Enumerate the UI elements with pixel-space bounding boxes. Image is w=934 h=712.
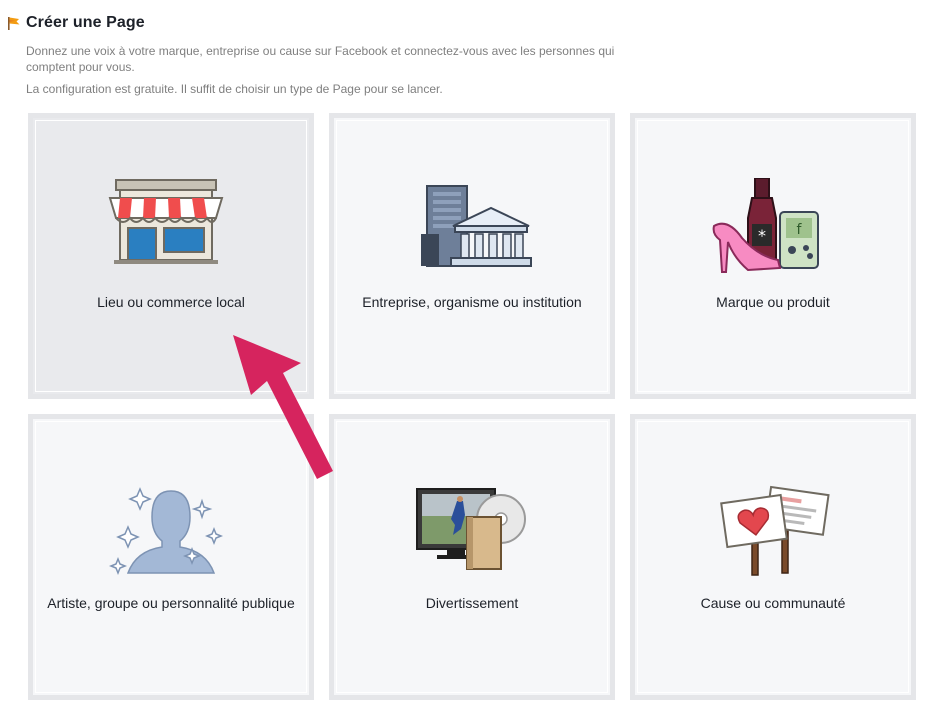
orange-flag-icon — [8, 17, 20, 30]
category-card-company[interactable]: Entreprise, organisme ou institution — [329, 113, 615, 399]
page-header: Créer une Page — [6, 12, 145, 34]
products-icon: * f — [712, 178, 819, 273]
category-label: Lieu ou commerce local — [97, 294, 245, 310]
building-icon — [421, 185, 532, 267]
storefront-icon — [108, 179, 224, 264]
page-description: Donnez une voix à votre marque, entrepri… — [26, 43, 626, 97]
category-card-cause[interactable]: Cause ou communauté — [630, 414, 916, 700]
entertainment-icon — [416, 488, 526, 570]
category-card-artist[interactable]: Artiste, groupe ou personnalité publique — [28, 414, 314, 700]
page-title: Créer une Page — [26, 14, 145, 31]
category-label: Entreprise, organisme ou institution — [362, 294, 582, 310]
person-silhouette-icon — [108, 487, 224, 576]
svg-text:*: * — [758, 226, 766, 245]
category-label: Cause ou communauté — [700, 595, 846, 611]
category-grid: Lieu ou commerce local Entreprise, organ… — [28, 113, 916, 701]
description-line-1: Donnez une voix à votre marque, entrepri… — [26, 44, 615, 74]
category-card-local-business[interactable]: Lieu ou commerce local — [28, 113, 314, 399]
description-line-2: La configuration est gratuite. Il suffit… — [26, 82, 443, 96]
category-card-entertainment[interactable]: Divertissement — [329, 414, 615, 700]
category-card-brand[interactable]: * f Marque ou produit — [630, 113, 916, 399]
signs-icon — [720, 485, 830, 576]
category-label: Marque ou produit — [716, 294, 830, 310]
category-label: Artiste, groupe ou personnalité publique — [47, 595, 295, 611]
category-label: Divertissement — [425, 595, 519, 611]
